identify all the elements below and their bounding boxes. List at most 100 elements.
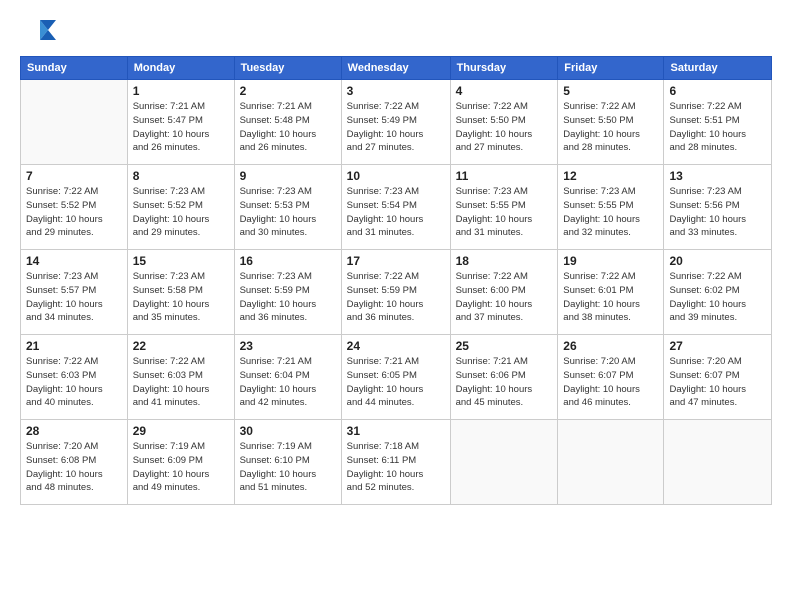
- day-info: Sunrise: 7:22 AM Sunset: 5:50 PM Dayligh…: [563, 100, 658, 155]
- calendar-cell: 18Sunrise: 7:22 AM Sunset: 6:00 PM Dayli…: [450, 250, 558, 335]
- calendar-cell: 23Sunrise: 7:21 AM Sunset: 6:04 PM Dayli…: [234, 335, 341, 420]
- day-number: 11: [456, 169, 553, 183]
- day-number: 30: [240, 424, 336, 438]
- calendar-cell: 13 Sunrise: 7:23 AM Sunset: 5:56 PM Dayli…: [664, 165, 772, 250]
- day-info: Sunrise: 7:22 AM Sunset: 6:01 PM Dayligh…: [563, 270, 658, 325]
- day-number: 13: [669, 169, 766, 183]
- day-info: Sunrise: 7:22 AM Sunset: 5:51 PM Dayligh…: [669, 100, 766, 155]
- weekday-header: Monday: [127, 57, 234, 80]
- calendar-cell: 12 Sunrise: 7:23 AM Sunset: 5:55 PM Dayli…: [558, 165, 664, 250]
- calendar-header-row: SundayMondayTuesdayWednesdayThursdayFrid…: [21, 57, 772, 80]
- calendar-week-row: 21 Sunrise: 7:22 AM Sunset: 6:03 PM Dayli…: [21, 335, 772, 420]
- calendar-cell: 5 Sunrise: 7:22 AM Sunset: 5:50 PM Daylig…: [558, 80, 664, 165]
- logo: [20, 16, 60, 46]
- day-number: 8: [133, 169, 229, 183]
- weekday-header: Wednesday: [341, 57, 450, 80]
- calendar-cell: [664, 420, 772, 505]
- day-number: 15: [133, 254, 229, 268]
- day-number: 3: [347, 84, 445, 98]
- calendar-cell: 26Sunrise: 7:20 AM Sunset: 6:07 PM Dayli…: [558, 335, 664, 420]
- day-number: 6: [669, 84, 766, 98]
- day-number: 12: [563, 169, 658, 183]
- calendar-cell: 2 Sunrise: 7:21 AM Sunset: 5:48 PM Daylig…: [234, 80, 341, 165]
- day-number: 17: [347, 254, 445, 268]
- calendar-table: SundayMondayTuesdayWednesdayThursdayFrid…: [20, 56, 772, 505]
- day-info: Sunrise: 7:19 AM Sunset: 6:10 PM Dayligh…: [240, 440, 336, 495]
- calendar-week-row: 7 Sunrise: 7:22 AM Sunset: 5:52 PM Daylig…: [21, 165, 772, 250]
- calendar-cell: 28 Sunrise: 7:20 AM Sunset: 6:08 PM Dayli…: [21, 420, 128, 505]
- calendar-cell: 9 Sunrise: 7:23 AM Sunset: 5:53 PM Daylig…: [234, 165, 341, 250]
- header: [20, 16, 772, 46]
- day-number: 16: [240, 254, 336, 268]
- day-info: Sunrise: 7:21 AM Sunset: 5:48 PM Dayligh…: [240, 100, 336, 155]
- calendar-cell: 17 Sunrise: 7:22 AM Sunset: 5:59 PM Dayli…: [341, 250, 450, 335]
- weekday-header: Saturday: [664, 57, 772, 80]
- logo-icon: [20, 16, 56, 46]
- calendar-cell: 6 Sunrise: 7:22 AM Sunset: 5:51 PM Daylig…: [664, 80, 772, 165]
- day-info: Sunrise: 7:22 AM Sunset: 5:50 PM Dayligh…: [456, 100, 553, 155]
- calendar-cell: [21, 80, 128, 165]
- day-number: 4: [456, 84, 553, 98]
- day-number: 7: [26, 169, 122, 183]
- day-info: Sunrise: 7:23 AM Sunset: 5:55 PM Dayligh…: [456, 185, 553, 240]
- day-number: 10: [347, 169, 445, 183]
- day-info: Sunrise: 7:23 AM Sunset: 5:59 PM Dayligh…: [240, 270, 336, 325]
- day-info: Sunrise: 7:23 AM Sunset: 5:52 PM Dayligh…: [133, 185, 229, 240]
- calendar-cell: 30 Sunrise: 7:19 AM Sunset: 6:10 PM Dayli…: [234, 420, 341, 505]
- day-info: Sunrise: 7:20 AM Sunset: 6:07 PM Dayligh…: [669, 355, 766, 410]
- day-number: 20: [669, 254, 766, 268]
- calendar-week-row: 28 Sunrise: 7:20 AM Sunset: 6:08 PM Dayli…: [21, 420, 772, 505]
- day-number: 9: [240, 169, 336, 183]
- day-info: Sunrise: 7:21 AM Sunset: 6:05 PM Dayligh…: [347, 355, 445, 410]
- day-number: 21: [26, 339, 122, 353]
- day-number: 2: [240, 84, 336, 98]
- day-number: 18: [456, 254, 553, 268]
- calendar-week-row: 1Sunrise: 7:21 AM Sunset: 5:47 PM Daylig…: [21, 80, 772, 165]
- day-info: Sunrise: 7:22 AM Sunset: 6:02 PM Dayligh…: [669, 270, 766, 325]
- calendar-cell: 27 Sunrise: 7:20 AM Sunset: 6:07 PM Dayli…: [664, 335, 772, 420]
- calendar-cell: 25Sunrise: 7:21 AM Sunset: 6:06 PM Dayli…: [450, 335, 558, 420]
- day-info: Sunrise: 7:20 AM Sunset: 6:08 PM Dayligh…: [26, 440, 122, 495]
- day-number: 14: [26, 254, 122, 268]
- day-info: Sunrise: 7:21 AM Sunset: 5:47 PM Dayligh…: [133, 100, 229, 155]
- day-info: Sunrise: 7:21 AM Sunset: 6:06 PM Dayligh…: [456, 355, 553, 410]
- calendar-cell: 19 Sunrise: 7:22 AM Sunset: 6:01 PM Dayli…: [558, 250, 664, 335]
- day-info: Sunrise: 7:23 AM Sunset: 5:53 PM Dayligh…: [240, 185, 336, 240]
- calendar-cell: 20 Sunrise: 7:22 AM Sunset: 6:02 PM Dayli…: [664, 250, 772, 335]
- day-info: Sunrise: 7:23 AM Sunset: 5:57 PM Dayligh…: [26, 270, 122, 325]
- day-info: Sunrise: 7:23 AM Sunset: 5:58 PM Dayligh…: [133, 270, 229, 325]
- day-number: 26: [563, 339, 658, 353]
- calendar-cell: 21 Sunrise: 7:22 AM Sunset: 6:03 PM Dayli…: [21, 335, 128, 420]
- day-number: 28: [26, 424, 122, 438]
- day-number: 22: [133, 339, 229, 353]
- day-number: 31: [347, 424, 445, 438]
- calendar-week-row: 14 Sunrise: 7:23 AM Sunset: 5:57 PM Dayli…: [21, 250, 772, 335]
- day-number: 27: [669, 339, 766, 353]
- day-info: Sunrise: 7:22 AM Sunset: 6:03 PM Dayligh…: [133, 355, 229, 410]
- calendar-cell: 29 Sunrise: 7:19 AM Sunset: 6:09 PM Dayli…: [127, 420, 234, 505]
- calendar-cell: 11 Sunrise: 7:23 AM Sunset: 5:55 PM Dayli…: [450, 165, 558, 250]
- day-number: 24: [347, 339, 445, 353]
- weekday-header: Sunday: [21, 57, 128, 80]
- calendar-cell: 16 Sunrise: 7:23 AM Sunset: 5:59 PM Dayli…: [234, 250, 341, 335]
- calendar-cell: 14 Sunrise: 7:23 AM Sunset: 5:57 PM Dayli…: [21, 250, 128, 335]
- day-info: Sunrise: 7:23 AM Sunset: 5:56 PM Dayligh…: [669, 185, 766, 240]
- weekday-header: Friday: [558, 57, 664, 80]
- day-number: 29: [133, 424, 229, 438]
- calendar-cell: 8 Sunrise: 7:23 AM Sunset: 5:52 PM Daylig…: [127, 165, 234, 250]
- calendar-cell: [558, 420, 664, 505]
- day-info: Sunrise: 7:18 AM Sunset: 6:11 PM Dayligh…: [347, 440, 445, 495]
- day-info: Sunrise: 7:19 AM Sunset: 6:09 PM Dayligh…: [133, 440, 229, 495]
- day-info: Sunrise: 7:22 AM Sunset: 5:59 PM Dayligh…: [347, 270, 445, 325]
- calendar-cell: 4 Sunrise: 7:22 AM Sunset: 5:50 PM Daylig…: [450, 80, 558, 165]
- day-number: 19: [563, 254, 658, 268]
- day-info: Sunrise: 7:23 AM Sunset: 5:55 PM Dayligh…: [563, 185, 658, 240]
- day-info: Sunrise: 7:22 AM Sunset: 5:52 PM Dayligh…: [26, 185, 122, 240]
- page: SundayMondayTuesdayWednesdayThursdayFrid…: [0, 0, 792, 612]
- calendar-cell: [450, 420, 558, 505]
- day-number: 5: [563, 84, 658, 98]
- calendar-cell: 15 Sunrise: 7:23 AM Sunset: 5:58 PM Dayli…: [127, 250, 234, 335]
- day-info: Sunrise: 7:22 AM Sunset: 6:03 PM Dayligh…: [26, 355, 122, 410]
- day-info: Sunrise: 7:21 AM Sunset: 6:04 PM Dayligh…: [240, 355, 336, 410]
- calendar-cell: 1Sunrise: 7:21 AM Sunset: 5:47 PM Daylig…: [127, 80, 234, 165]
